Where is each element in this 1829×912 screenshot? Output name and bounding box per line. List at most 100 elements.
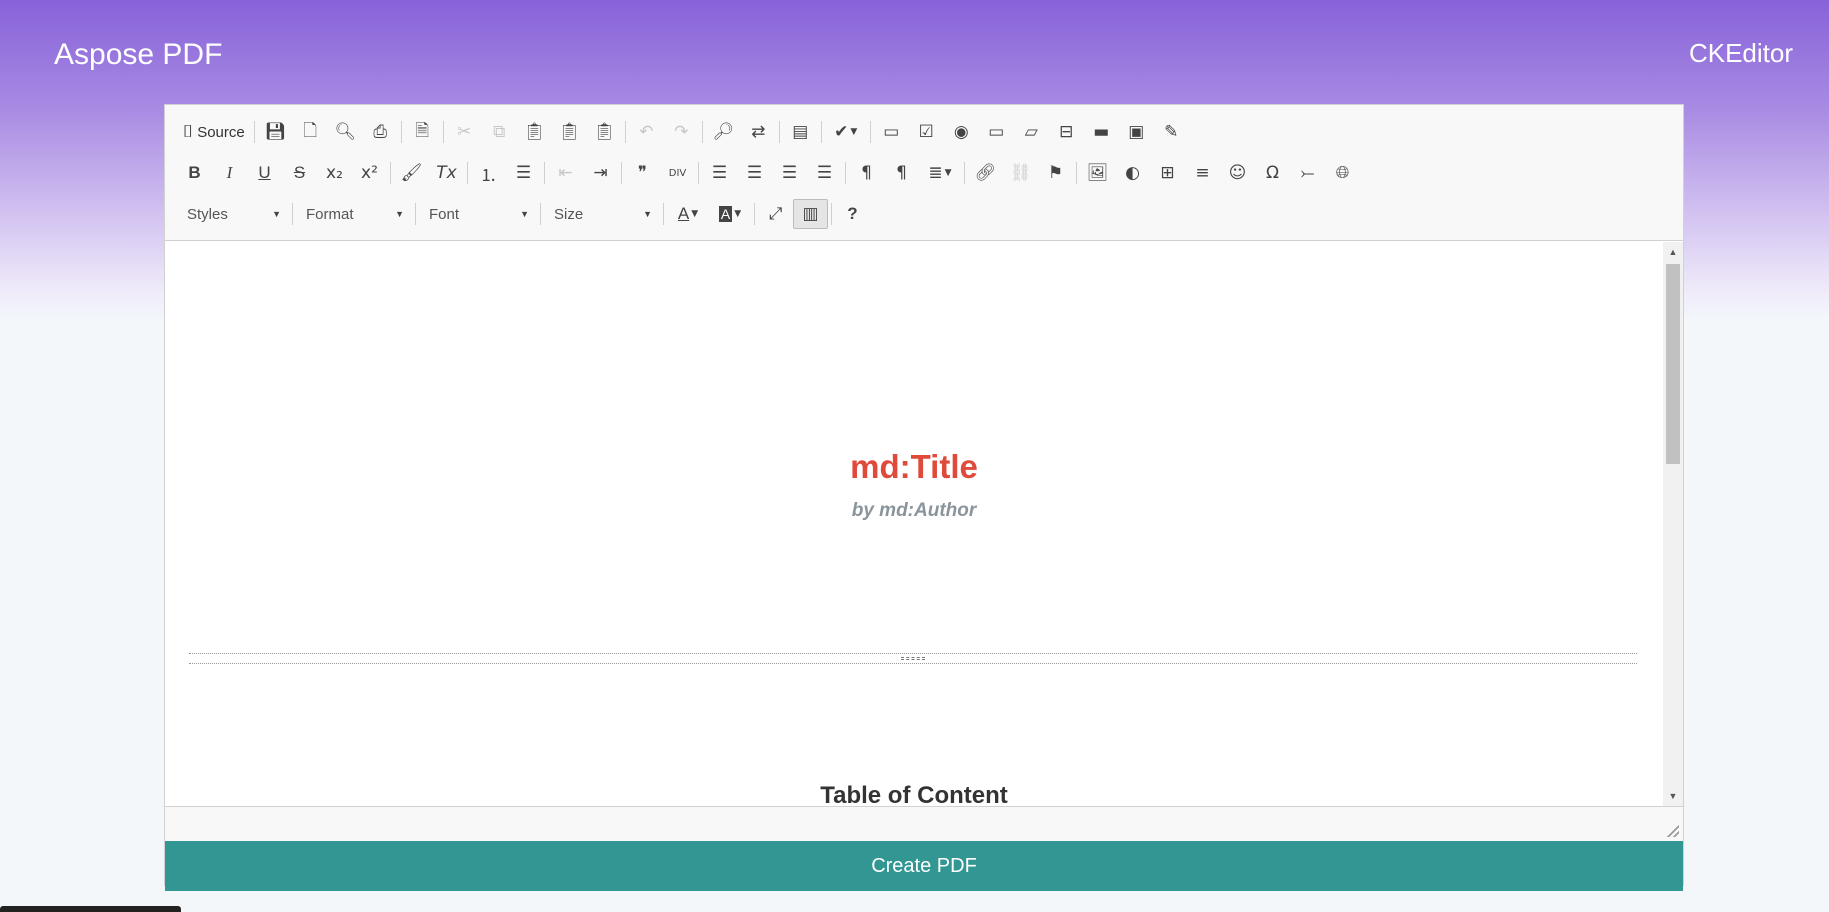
unlink-button[interactable]: ⛓: [1003, 158, 1038, 188]
align-left-button[interactable]: ☰: [702, 158, 737, 188]
font-combo[interactable]: Font ▼: [419, 199, 537, 229]
replace-button[interactable]: ⇄: [741, 117, 776, 147]
radio-icon: ◉: [953, 122, 969, 142]
iframe-button[interactable]: 🌐︎: [1325, 158, 1360, 188]
underline-button[interactable]: U: [247, 158, 282, 188]
replace-icon: ⇄: [751, 122, 766, 142]
paste-button[interactable]: 📋︎: [517, 117, 552, 147]
button-field-button[interactable]: ▬: [1084, 117, 1119, 147]
text-field-button[interactable]: ▭: [979, 117, 1014, 147]
align-right-button[interactable]: ☰: [772, 158, 807, 188]
toolbar-separator: [845, 162, 846, 184]
paste-word-icon: 📋︎: [593, 122, 616, 142]
link-button[interactable]: 🔗︎: [968, 158, 1003, 188]
chevron-down-icon: ▼: [272, 209, 281, 219]
hidden-field-button[interactable]: ✎: [1154, 117, 1189, 147]
paste-text-button[interactable]: 📋︎: [552, 117, 587, 147]
redo-button[interactable]: ↷: [664, 117, 699, 147]
select-field-button[interactable]: ⊟: [1049, 117, 1084, 147]
chevron-down-icon: ▼: [395, 209, 404, 219]
image-icon: 🖼︎: [1086, 163, 1109, 183]
globe-icon: 🌐︎: [1335, 163, 1350, 183]
page-break-icon: ⤚: [1300, 163, 1315, 183]
scroll-up-icon[interactable]: ▲: [1663, 244, 1683, 260]
toolbar-separator: [869, 121, 871, 143]
anchor-button[interactable]: ⚑: [1038, 158, 1073, 188]
toolbar-separator: [544, 162, 545, 184]
preview-button[interactable]: 🔍︎: [328, 117, 363, 147]
blockquote-button[interactable]: ❞: [625, 158, 660, 188]
paste-word-button[interactable]: 📋︎: [587, 117, 622, 147]
save-button[interactable]: 💾︎: [258, 117, 293, 147]
image-button[interactable]: 🖼︎: [1080, 158, 1115, 188]
smiley-button[interactable]: ☺: [1220, 158, 1255, 188]
table-button[interactable]: ⊞: [1150, 158, 1185, 188]
textarea-button[interactable]: ▱: [1014, 117, 1049, 147]
select-all-icon: ▤: [792, 122, 809, 142]
link-icon: 🔗︎: [974, 163, 997, 183]
resize-handle-icon[interactable]: [1667, 825, 1679, 837]
bold-button[interactable]: B: [177, 158, 212, 188]
flash-button[interactable]: ◐: [1115, 158, 1150, 188]
format-combo[interactable]: Format ▼: [296, 199, 412, 229]
numbered-list-button[interactable]: ⒈: [471, 158, 506, 188]
document-title: md:Title: [850, 448, 978, 485]
italic-button[interactable]: I: [212, 158, 247, 188]
underline-icon: U: [258, 163, 271, 182]
align-center-button[interactable]: ☰: [737, 158, 772, 188]
rtl-button[interactable]: ¶: [884, 158, 919, 188]
toolbar-row-1: ⌷ Source 💾︎ 🗋 🔍︎ ⎙ 🗎 ✂ ⧉ 📋︎ 📋︎ 📋︎ ↶ ↷ 🔎︎…: [177, 115, 1189, 149]
show-blocks-button[interactable]: ▥: [793, 199, 828, 229]
align-right-icon: ☰: [781, 163, 798, 183]
copy-button[interactable]: ⧉: [482, 117, 517, 147]
about-button[interactable]: ?: [835, 199, 870, 229]
scroll-down-icon[interactable]: ▼: [1663, 788, 1683, 804]
scrollbar-thumb[interactable]: [1666, 264, 1680, 464]
new-page-icon: 🗋: [303, 120, 318, 141]
copy-icon: ⧉: [493, 122, 506, 142]
ltr-button[interactable]: ¶: [849, 158, 884, 188]
templates-button[interactable]: 🗎: [405, 117, 440, 147]
strikethrough-button[interactable]: S: [282, 158, 317, 188]
horizontal-line-button[interactable]: ≡: [1185, 158, 1220, 188]
print-button[interactable]: ⎙: [363, 117, 398, 147]
editor-content[interactable]: md:Title by md:Author Table of Content: [165, 242, 1663, 806]
copy-formatting-button[interactable]: 🖌︎: [394, 158, 429, 188]
undo-button[interactable]: ↶: [629, 117, 664, 147]
outdent-button[interactable]: ⇤: [548, 158, 583, 188]
find-button[interactable]: 🔎︎: [706, 117, 741, 147]
remove-format-button[interactable]: Tx: [429, 158, 464, 188]
toolbar-separator: [698, 162, 699, 184]
toolbar-separator: [400, 121, 402, 143]
toolbar-separator: [964, 162, 965, 184]
subscript-button[interactable]: x₂: [317, 158, 352, 188]
create-pdf-button[interactable]: Create PDF: [165, 841, 1683, 891]
cut-button[interactable]: ✂: [447, 117, 482, 147]
indent-button[interactable]: ⇥: [583, 158, 618, 188]
page-break-button[interactable]: ⤚: [1290, 158, 1325, 188]
bulleted-list-button[interactable]: ☰: [506, 158, 541, 188]
toolbar-separator: [754, 203, 755, 225]
select-all-button[interactable]: ▤: [783, 117, 818, 147]
spellcheck-button[interactable]: ✔ ▼: [825, 117, 867, 147]
superscript-button[interactable]: x²: [352, 158, 387, 188]
paste-icon: 📋︎: [523, 122, 546, 142]
maximize-button[interactable]: ⤢: [758, 199, 793, 229]
source-button[interactable]: ⌷ Source: [177, 117, 251, 147]
styles-combo[interactable]: Styles ▼: [177, 199, 289, 229]
background-color-button[interactable]: A ▼: [709, 199, 751, 229]
special-char-button[interactable]: Ω: [1255, 158, 1290, 188]
text-color-button[interactable]: A ▼: [667, 199, 709, 229]
radio-button[interactable]: ◉: [944, 117, 979, 147]
size-combo[interactable]: Size ▼: [544, 199, 660, 229]
ltr-icon: ¶: [861, 163, 872, 183]
language-button[interactable]: ≣ ▼: [919, 158, 961, 188]
checkbox-button[interactable]: ☑: [909, 117, 944, 147]
new-page-button[interactable]: 🗋: [293, 117, 328, 147]
image-button-field-button[interactable]: ▣: [1119, 117, 1154, 147]
content-scrollbar[interactable]: ▲ ▼: [1663, 242, 1683, 806]
create-div-button[interactable]: DIV: [660, 158, 695, 188]
form-button[interactable]: ▭: [874, 117, 909, 147]
rtl-icon: ¶: [896, 163, 907, 183]
justify-button[interactable]: ☰: [807, 158, 842, 188]
